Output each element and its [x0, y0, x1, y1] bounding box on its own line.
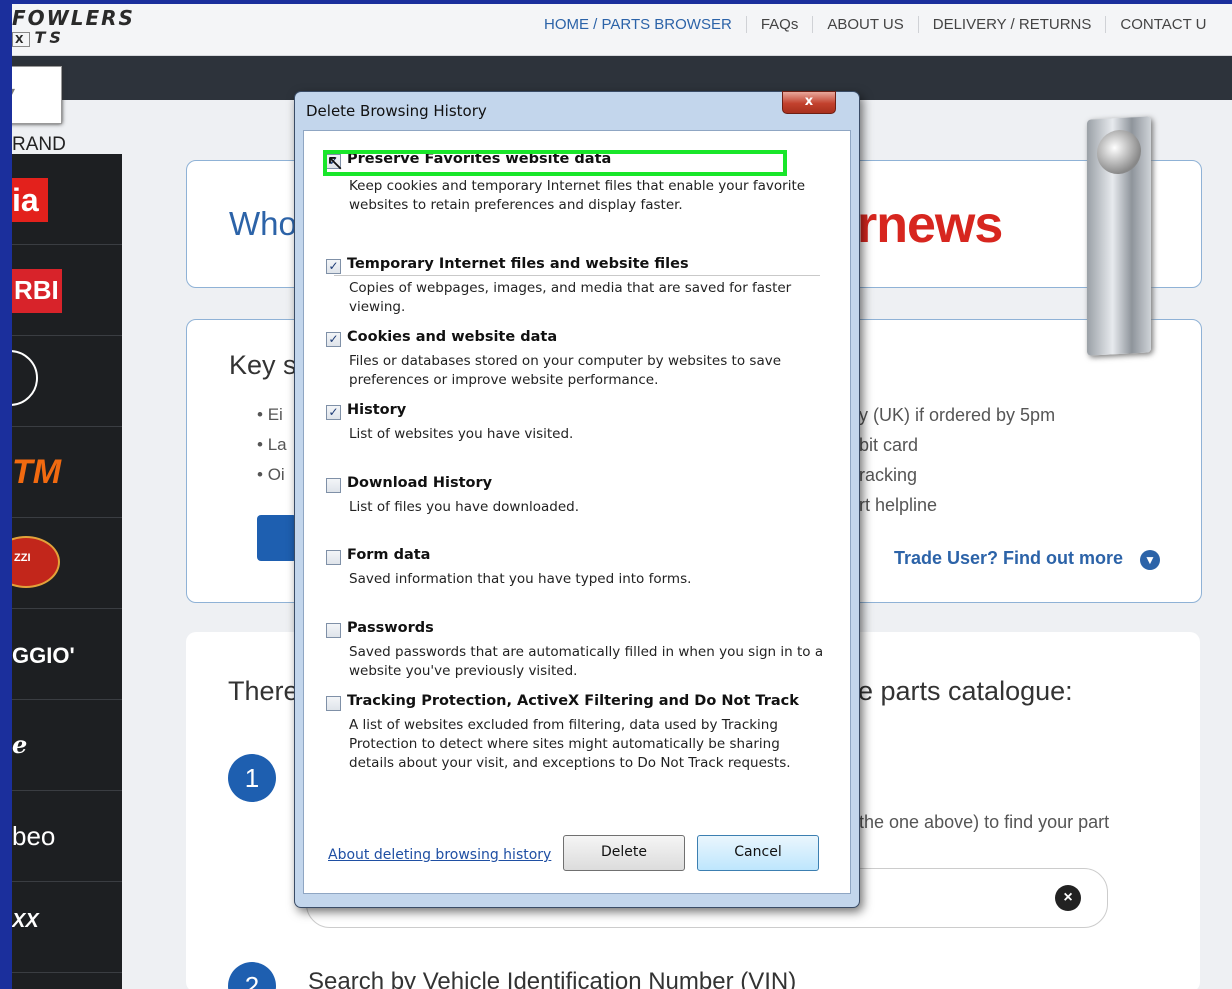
checkbox-passwords[interactable]	[326, 623, 341, 638]
site-logo[interactable]: FOWLERS	[12, 6, 135, 30]
sidebar-brand[interactable]: TM	[12, 427, 122, 518]
nav-delivery[interactable]: DELIVERY / RETURNS	[917, 16, 1106, 33]
step-badge: 2	[228, 962, 276, 989]
list-item: • Ei	[257, 405, 283, 424]
checkbox-cookies[interactable]: ✓	[326, 332, 341, 347]
nav-faqs[interactable]: FAQs	[745, 16, 813, 33]
checkbox-download-history[interactable]	[326, 478, 341, 493]
catalogue-heading: There	[228, 676, 299, 706]
checkbox-history[interactable]: ✓	[326, 405, 341, 420]
cta-button[interactable]	[257, 515, 297, 561]
highlight-box	[323, 150, 787, 176]
chevron-down-icon[interactable]: ▼	[1140, 550, 1160, 570]
dialog-body: ✓ Preserve Favorites website data Keep c…	[303, 130, 851, 894]
dialog-title: Delete Browsing History	[306, 102, 487, 120]
close-icon[interactable]: ×	[1055, 885, 1081, 911]
list-item: y (UK) if ordered by 5pm	[859, 405, 1056, 425]
site-logo-sub: X TS	[12, 28, 65, 47]
sidebar-brand[interactable]: GGIO'	[12, 609, 122, 700]
cancel-button[interactable]: Cancel	[697, 835, 819, 871]
list-item: • La	[257, 435, 287, 454]
vin-heading: Search by Vehicle Identification Number …	[308, 968, 797, 989]
site-header: FOWLERS X TS HOME / PARTS BROWSER FAQs AB…	[12, 4, 1232, 56]
nav-about[interactable]: ABOUT US	[812, 16, 917, 33]
nav-contact[interactable]: CONTACT U	[1105, 16, 1220, 33]
chevron-down-icon: ▾	[12, 84, 16, 98]
mouse-cursor-icon: ↖	[326, 151, 345, 176]
hero-news-logo: rnews	[857, 196, 1003, 254]
award-trophy-image	[1087, 116, 1151, 356]
sidebar-brand[interactable]: RBI	[12, 245, 122, 336]
about-deleting-history-link[interactable]: About deleting browsing history	[328, 847, 551, 863]
delete-button[interactable]: Delete	[563, 835, 685, 871]
close-icon[interactable]: X	[12, 32, 31, 47]
list-item: racking	[859, 465, 918, 485]
checkbox-temporary-files[interactable]: ✓	[326, 259, 341, 274]
separator	[334, 275, 820, 276]
sidebar-brand[interactable]: ia	[12, 154, 122, 245]
list-item: rt helpline	[859, 495, 938, 515]
checkbox-tracking-protection[interactable]	[326, 696, 341, 711]
sidebar-brand[interactable]	[12, 336, 122, 427]
trade-user-link[interactable]: Trade User? Find out more	[894, 548, 1123, 569]
close-button[interactable]: x	[782, 91, 836, 114]
nav-home[interactable]: HOME / PARTS BROWSER	[530, 16, 746, 33]
sidebar-brand[interactable]: ZZI	[12, 518, 122, 609]
sidebar-brand[interactable]: beo	[12, 791, 122, 882]
step-badge: 1	[228, 754, 276, 802]
list-item: bit card	[859, 435, 919, 455]
list-item: • Oi	[257, 465, 285, 484]
catalogue-heading-right: e parts catalogue:	[858, 676, 1073, 706]
hero-text: Who	[229, 205, 297, 242]
brand-select[interactable]: ▾	[12, 66, 62, 124]
checkbox-form-data[interactable]	[326, 550, 341, 565]
brand-sidebar: ia RBI TM ZZI GGIO' e beo XX	[12, 154, 122, 989]
delete-browsing-history-dialog: Delete Browsing History x ✓ Preserve Fav…	[294, 91, 860, 908]
step1-instruction: l the one above) to find your part	[850, 812, 1110, 832]
sidebar-brand[interactable]: e	[12, 700, 122, 791]
key-heading: Key s	[229, 350, 297, 380]
main-nav: HOME / PARTS BROWSER FAQs ABOUT US DELIV…	[530, 16, 1221, 33]
sidebar-brand[interactable]: XX	[12, 882, 122, 973]
screen: FOWLERS X TS HOME / PARTS BROWSER FAQs AB…	[0, 0, 1232, 989]
